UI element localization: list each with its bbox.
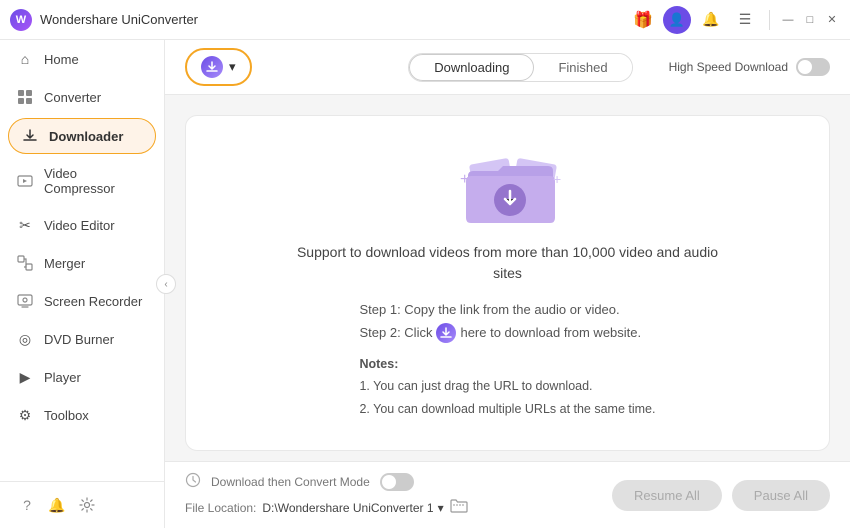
add-download-icon [201,56,223,78]
app-logo: W [10,9,32,31]
high-speed-toggle[interactable] [796,58,830,76]
divider [769,10,770,30]
bell-icon[interactable]: 🔔 [697,6,725,34]
close-button[interactable]: ✕ [824,12,840,28]
screen-recorder-icon [16,292,34,310]
download-empty-panel: + + Support to download videos from more… [185,115,830,451]
sidebar-item-downloader[interactable]: Downloader [8,118,156,154]
svg-text:+: + [460,171,469,188]
sidebar-label-dvd-burner: DVD Burner [44,332,114,347]
converter-icon [16,88,34,106]
step1-text: Step 1: Copy the link from the audio or … [359,298,655,321]
sidebar-bottom: ? 🔔 [0,481,164,528]
help-icon[interactable]: ? [16,494,38,516]
sidebar-item-toolbox[interactable]: ⚙ Toolbox [0,396,164,434]
high-speed-group: High Speed Download [669,58,830,76]
footer-left: Download then Convert Mode File Location… [185,472,592,518]
content-body: + + Support to download videos from more… [165,95,850,461]
footer-right: Resume All Pause All [612,480,830,511]
sidebar-label-downloader: Downloader [49,129,123,144]
resume-all-button[interactable]: Resume All [612,480,722,511]
download-tabs: Downloading Finished [408,53,632,82]
main-layout: ⌂ Home Converter Downloader [0,40,850,528]
step2-pre: Step 2: Click [359,321,432,344]
convert-mode-label: Download then Convert Mode [211,475,370,489]
note2: 2. You can download multiple URLs at the… [359,398,655,421]
note1: 1. You can just drag the URL to download… [359,375,655,398]
app-title: Wondershare UniConverter [40,12,629,27]
sidebar-item-dvd-burner[interactable]: ◎ DVD Burner [0,320,164,358]
sidebar-item-home[interactable]: ⌂ Home [0,40,164,78]
instruction-steps: Step 1: Copy the link from the audio or … [359,298,655,420]
clock-icon [185,472,201,492]
sidebar-label-video-editor: Video Editor [44,218,115,233]
add-download-chevron: ▾ [229,59,236,75]
home-icon: ⌂ [16,50,34,68]
video-editor-icon: ✂ [16,216,34,234]
sidebar-label-merger: Merger [44,256,85,271]
sidebar-item-merger[interactable]: Merger [0,244,164,282]
convert-mode-toggle[interactable] [380,473,414,491]
sidebar-label-screen-recorder: Screen Recorder [44,294,142,309]
step2-post: here to download from website. [460,321,641,344]
player-icon: ▶ [16,368,34,386]
avatar-icon[interactable]: 👤 [663,6,691,34]
file-location-row: File Location: D:\Wondershare UniConvert… [185,498,592,518]
step2-container: Step 2: Click here to download from webs… [359,321,655,344]
maximize-button[interactable]: □ [802,12,818,28]
instruction-title: Support to download videos from more tha… [297,242,718,284]
pause-all-button[interactable]: Pause All [732,480,830,511]
file-path-text: D:\Wondershare UniConverter 1 [262,501,433,515]
convert-mode-row: Download then Convert Mode [185,472,592,492]
sidebar-label-home: Home [44,52,79,67]
titlebar: W Wondershare UniConverter 🎁 👤 🔔 ☰ — □ ✕ [0,0,850,40]
folder-svg: + + [458,146,568,236]
video-compressor-icon [16,172,34,190]
toolbox-icon: ⚙ [16,406,34,424]
sidebar-item-video-editor[interactable]: ✂ Video Editor [0,206,164,244]
step2-inline-icon [436,323,456,343]
gift-icon[interactable]: 🎁 [629,6,657,34]
notification-icon[interactable]: 🔔 [46,494,68,516]
file-path-dropdown[interactable]: D:\Wondershare UniConverter 1 ▾ [262,501,443,515]
sidebar-label-toolbox: Toolbox [44,408,89,423]
sidebar-item-screen-recorder[interactable]: Screen Recorder [0,282,164,320]
folder-illustration: + + [458,146,558,226]
sidebar-label-video-compressor: Video Compressor [44,166,148,196]
content-area: ▾ Downloading Finished High Speed Downlo… [165,40,850,528]
collapse-sidebar-button[interactable]: ‹ [156,274,176,294]
tab-finished[interactable]: Finished [534,54,631,81]
file-location-label: File Location: [185,501,256,515]
sidebar-item-converter[interactable]: Converter [0,78,164,116]
downloader-icon [21,127,39,145]
menu-icon[interactable]: ☰ [731,6,759,34]
tab-downloading[interactable]: Downloading [409,54,534,81]
dvd-burner-icon: ◎ [16,330,34,348]
sidebar: ⌂ Home Converter Downloader [0,40,165,528]
open-folder-icon[interactable] [450,498,468,518]
sidebar-label-player: Player [44,370,81,385]
notes-label: Notes: [359,357,398,371]
sidebar-label-converter: Converter [44,90,101,105]
titlebar-controls: 🎁 👤 🔔 ☰ — □ ✕ [629,6,840,34]
path-chevron-icon: ▾ [438,501,444,515]
settings-icon[interactable] [76,494,98,516]
minimize-button[interactable]: — [780,12,796,28]
sidebar-item-player[interactable]: ▶ Player [0,358,164,396]
notes-section: Notes: 1. You can just drag the URL to d… [359,353,655,421]
content-footer: Download then Convert Mode File Location… [165,461,850,528]
add-download-button[interactable]: ▾ [185,48,252,86]
svg-text:+: + [553,171,561,187]
high-speed-label: High Speed Download [669,60,788,74]
sidebar-item-video-compressor[interactable]: Video Compressor [0,156,164,206]
content-header: ▾ Downloading Finished High Speed Downlo… [165,40,850,95]
merger-icon [16,254,34,272]
